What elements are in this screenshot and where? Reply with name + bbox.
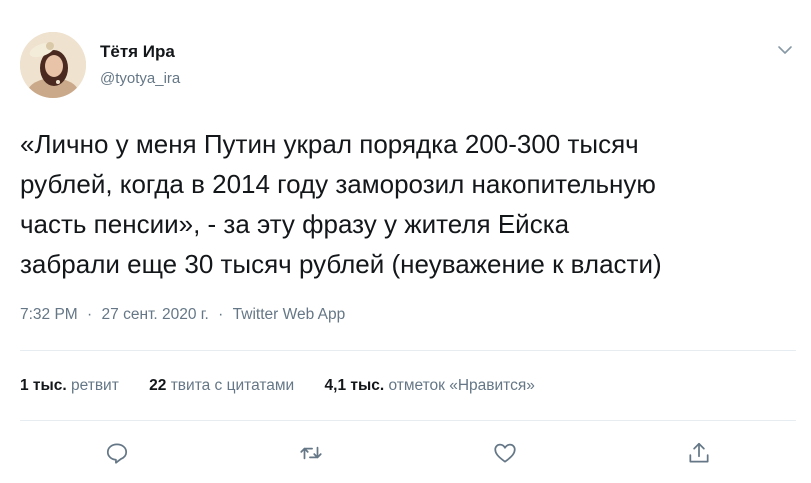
share-icon[interactable] bbox=[686, 440, 712, 466]
retweets-label: ретвит bbox=[71, 377, 119, 394]
tweet-text-line: «Лично у меня Путин украл порядка 200-30… bbox=[20, 129, 639, 159]
likes-count: 4,1 тыс. bbox=[324, 377, 385, 394]
tweet-stats: 1 тыс. ретвит 22 твита с цитатами 4,1 ты… bbox=[20, 377, 561, 395]
tweet-actions bbox=[0, 440, 811, 470]
like-icon[interactable] bbox=[492, 440, 518, 466]
author-handle[interactable]: @tyotya_ira bbox=[100, 70, 180, 87]
tweet-text-line: часть пенсии», - за эту фразу у жителя Е… bbox=[20, 209, 570, 239]
quotes-stat[interactable]: 22 твита с цитатами bbox=[149, 377, 294, 394]
reply-icon[interactable] bbox=[104, 440, 130, 466]
divider bbox=[20, 350, 796, 351]
tweet-time[interactable]: 7:32 PM bbox=[20, 306, 78, 323]
tweet-card: Тётя Ира @tyotya_ira «Лично у меня Путин… bbox=[0, 0, 811, 483]
tweet-text-line: рублей, когда в 2014 году заморозил нако… bbox=[20, 169, 656, 199]
tweet-text-line: забрали еще 30 тысяч рублей (неуважение … bbox=[20, 249, 662, 279]
divider bbox=[20, 420, 796, 421]
tweet-date[interactable]: 27 сент. 2020 г. bbox=[102, 306, 209, 323]
tweet-source[interactable]: Twitter Web App bbox=[233, 306, 346, 323]
meta-separator: · bbox=[218, 306, 224, 323]
author-name[interactable]: Тётя Ира bbox=[100, 42, 175, 62]
quotes-count: 22 bbox=[149, 377, 167, 394]
likes-label: отметок «Нравится» bbox=[388, 377, 535, 394]
retweets-count: 1 тыс. bbox=[20, 377, 67, 394]
chevron-down-icon[interactable] bbox=[775, 40, 795, 60]
meta-separator: · bbox=[87, 306, 93, 323]
retweet-icon[interactable] bbox=[298, 440, 324, 466]
avatar[interactable] bbox=[20, 32, 86, 98]
retweets-stat[interactable]: 1 тыс. ретвит bbox=[20, 377, 119, 394]
likes-stat[interactable]: 4,1 тыс. отметок «Нравится» bbox=[325, 377, 535, 394]
tweet-text: «Лично у меня Путин украл порядка 200-30… bbox=[20, 124, 800, 284]
tweet-meta: 7:32 PM · 27 сент. 2020 г. · Twitter Web… bbox=[20, 306, 345, 324]
quotes-label: твита с цитатами bbox=[170, 377, 295, 394]
